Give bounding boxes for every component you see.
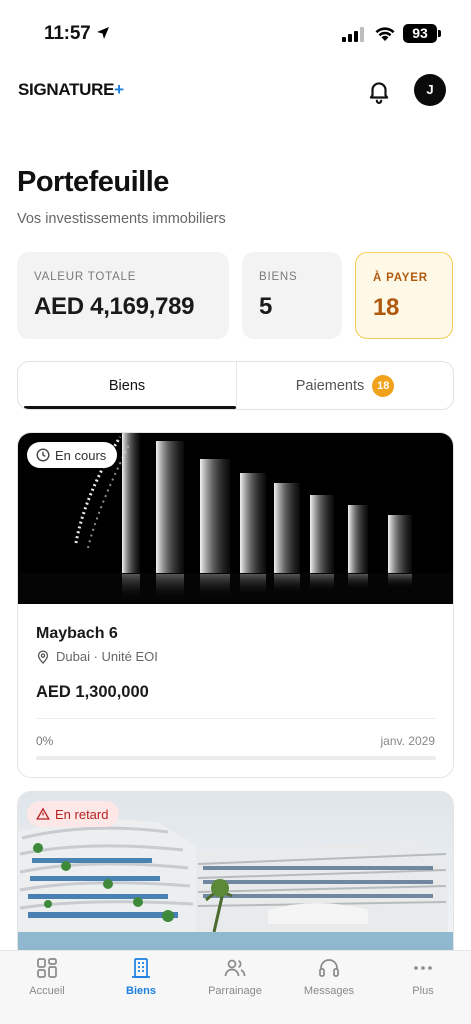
nav-label: Accueil [29,985,65,997]
app-header: SIGNATURE+ J [0,66,471,116]
users-icon [224,959,246,977]
clock-icon [36,448,50,462]
property-card[interactable]: En cours Maybach 6 Dubai · Unité EOI AED… [17,432,454,778]
progress-bar [36,756,436,760]
location-text: Dubai · Unité EOI [56,649,158,664]
status-time: 11:57 [44,23,91,44]
nav-label: Plus [412,985,434,997]
status-text: En retard [55,806,109,822]
tab-biens[interactable]: Biens [18,362,236,409]
status-text: En cours [55,447,107,463]
property-name: Maybach 6 [36,625,118,642]
grid-icon [37,958,57,978]
nav-label: Messages [303,985,355,997]
status-badge: En cours [27,442,118,468]
more-icon [414,966,432,970]
tabs: Biens Paiements 18 [17,361,454,410]
building-icon [132,958,150,978]
tab-paiements[interactable]: Paiements 18 [236,362,453,409]
property-price: AED 1,300,000 [36,683,149,701]
battery-cap [438,30,441,37]
stat-value: 18 [373,294,400,321]
stat-card-biens: BIENS 5 [242,252,342,339]
nav-item-biens[interactable]: Biens [94,951,188,1024]
stat-label: À PAYER [373,272,428,284]
logo-plus: + [114,80,124,99]
warning-icon [36,807,50,820]
logo[interactable]: SIGNATURE+ [18,80,124,100]
bell-icon[interactable] [366,78,392,104]
tab-label: Biens [108,377,146,394]
headset-icon [319,959,339,977]
map-pin-icon [37,649,49,664]
nav-item-messages[interactable]: Messages [282,951,376,1024]
tab-label: Paiements [295,377,365,394]
page-subtitle: Vos investissements immobiliers [17,211,226,227]
progress-percent: 0% [36,734,54,748]
stat-label: BIENS [259,271,298,283]
signal-icon [342,27,364,42]
stat-value: AED 4,169,789 [34,293,195,320]
status-badge: En retard [27,801,120,827]
nav-item-plus[interactable]: Plus [376,951,470,1024]
property-location: Dubai · Unité EOI [36,649,158,664]
nav-item-parrainage[interactable]: Parrainage [188,951,282,1024]
battery-icon: 93 [403,24,437,43]
divider [36,718,436,719]
wifi-icon [375,27,395,41]
status-bar: 11:57 93 [0,0,471,64]
page-title: Portefeuille [17,166,169,198]
nav-label: Biens [126,985,156,997]
stat-card-total: VALEUR TOTALE AED 4,169,789 [17,252,229,339]
nav-label: Parrainage [208,985,262,997]
location-arrow-icon [97,27,109,39]
stat-card-to-pay[interactable]: À PAYER 18 [355,252,453,339]
bottom-nav: Accueil Biens Parrainage Messages Plus [0,950,471,1024]
stat-label: VALEUR TOTALE [34,271,137,283]
active-tab-indicator [24,406,236,409]
nav-item-accueil[interactable]: Accueil [0,951,94,1024]
logo-text: SIGNATURE [18,80,115,99]
stat-value: 5 [259,293,273,320]
payments-count-badge: 18 [372,374,395,397]
avatar[interactable]: J [414,74,446,106]
delivery-date: janv. 2029 [380,734,436,748]
